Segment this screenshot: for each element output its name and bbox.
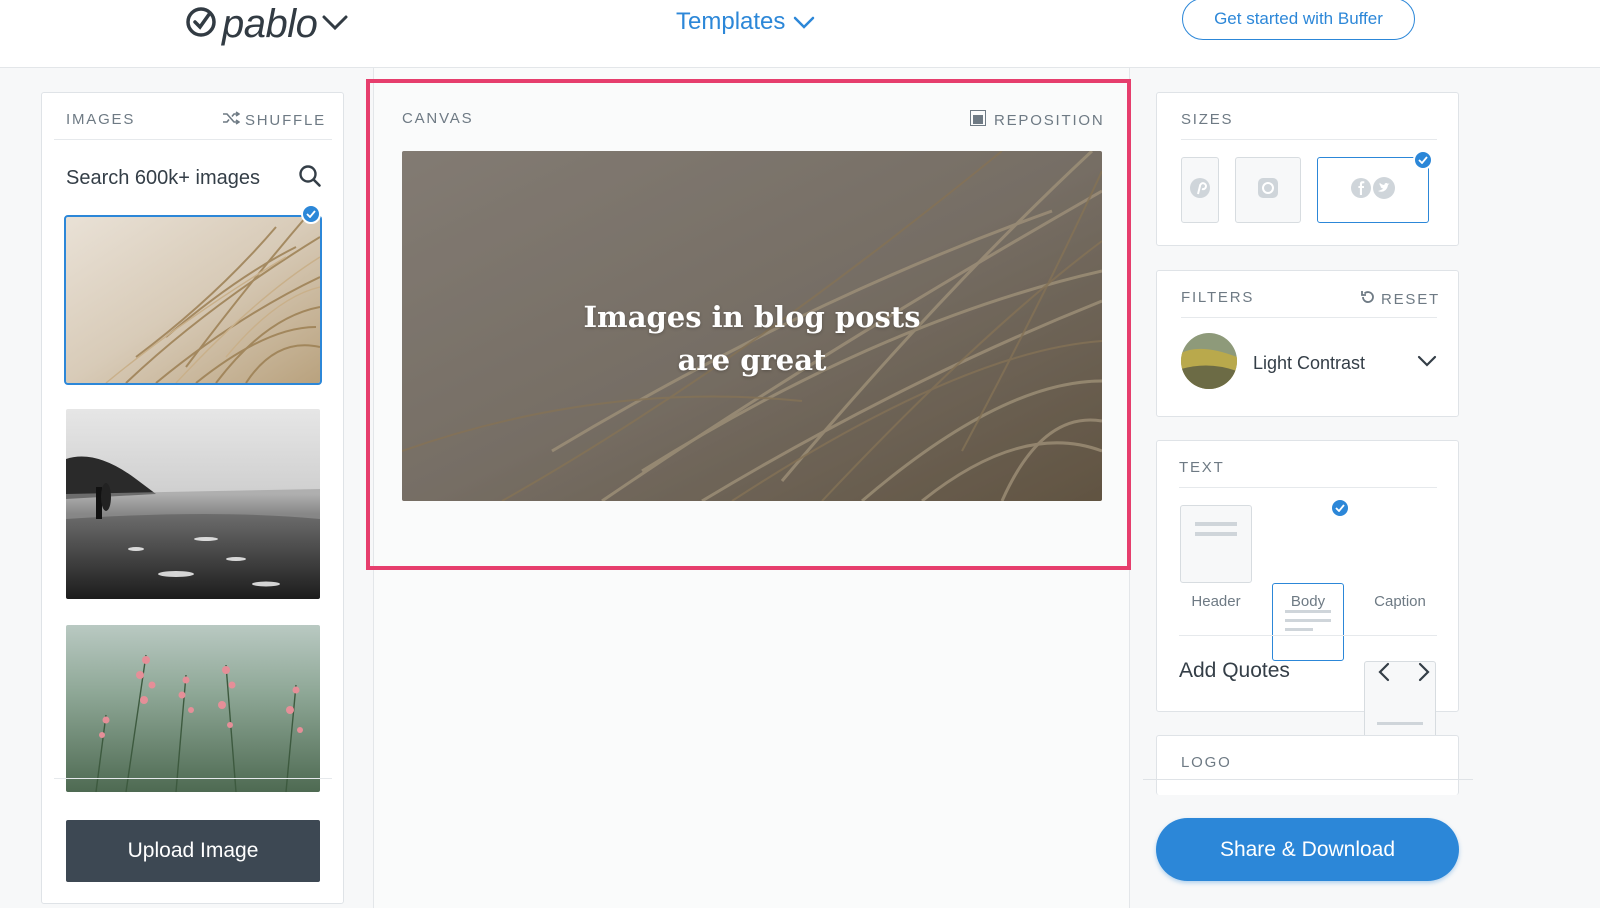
text-panel: TEXT Header Body Caption Add Quotes [1156,440,1459,739]
templates-label: Templates [676,8,786,35]
size-option-pinterest[interactable] [1181,157,1219,223]
shuffle-icon [222,111,241,129]
reposition-icon [970,110,986,130]
image-search [66,153,322,203]
get-started-button[interactable]: Get started with Buffer [1182,0,1415,40]
canvas-overlay-text[interactable]: Images in blog posts are great [412,296,1092,382]
search-input[interactable] [66,166,286,190]
chevron-down-icon [1417,354,1437,372]
top-bar: pablo Templates Get started with Buffer [0,0,1600,68]
images-heading: IMAGES [66,111,136,128]
templates-menu[interactable]: Templates [676,8,815,36]
filters-panel: FILTERS RESET Light Contrast [1156,270,1459,417]
logo-panel[interactable]: LOGO [1156,735,1459,795]
text-option-header-label: Header [1191,593,1241,610]
image-thumbnail-flowers[interactable] [66,625,320,792]
chevron-down-icon[interactable] [321,12,349,37]
reset-label: RESET [1381,290,1441,308]
reset-filters-button[interactable]: RESET [1360,289,1440,309]
shuffle-button[interactable]: SHUFFLE [222,111,326,129]
divider [1181,139,1437,140]
sizes-panel: SIZES [1156,92,1459,246]
text-option-caption-label: Caption [1374,593,1426,610]
grass-image [66,217,320,383]
filter-select[interactable]: Light Contrast [1181,332,1437,394]
reposition-button[interactable]: REPOSITION [970,110,1105,130]
divider [1143,779,1473,780]
filter-preview-thumbnail [1181,332,1237,394]
divider [54,139,332,140]
canvas-image[interactable]: Images in blog posts are great [402,151,1102,501]
twitter-icon [1372,176,1396,205]
image-thumbnail-beach[interactable] [66,409,320,599]
shuffle-label: SHUFFLE [245,111,326,129]
text-heading: TEXT [1179,459,1225,476]
selected-check-icon [1413,150,1433,170]
reset-icon [1360,289,1376,309]
size-option-facebook-twitter[interactable] [1317,157,1429,223]
selected-check-icon [1330,498,1350,518]
upload-image-button[interactable]: Upload Image [66,820,320,882]
sizes-heading: SIZES [1181,111,1234,128]
logo-heading: LOGO [1181,754,1232,771]
canvas-heading: CANVAS [402,110,474,127]
divider [1179,635,1437,636]
pablo-logo-icon [184,5,218,44]
chevron-down-icon [793,8,815,36]
filters-heading: FILTERS [1181,289,1255,306]
share-download-button[interactable]: Share & Download [1156,818,1459,881]
text-option-header[interactable] [1180,505,1252,583]
quote-navigation [1377,661,1431,688]
flowers-image [66,625,320,792]
facebook-icon [1350,177,1372,204]
logo-text: pablo [222,1,318,46]
divider [1181,317,1437,318]
chevron-left-icon[interactable] [1377,661,1391,688]
pablo-logo[interactable]: pablo [184,0,349,48]
divider [1179,487,1437,488]
text-option-body-label: Body [1290,593,1326,610]
beach-image [66,409,320,599]
images-panel: IMAGES SHUFFLE Search 600k+ images Uploa… [41,92,344,904]
chevron-right-icon[interactable] [1417,661,1431,688]
pinterest-icon [1189,177,1211,204]
search-icon[interactable] [298,164,322,193]
divider [54,778,332,779]
filter-name: Light Contrast [1253,352,1366,373]
selected-check-icon [301,204,321,224]
add-quotes-label: Add Quotes [1179,659,1290,682]
image-thumbnail-grass[interactable] [64,215,322,385]
reposition-label: REPOSITION [994,111,1105,129]
instagram-icon [1257,177,1279,204]
size-option-instagram[interactable] [1235,157,1301,223]
